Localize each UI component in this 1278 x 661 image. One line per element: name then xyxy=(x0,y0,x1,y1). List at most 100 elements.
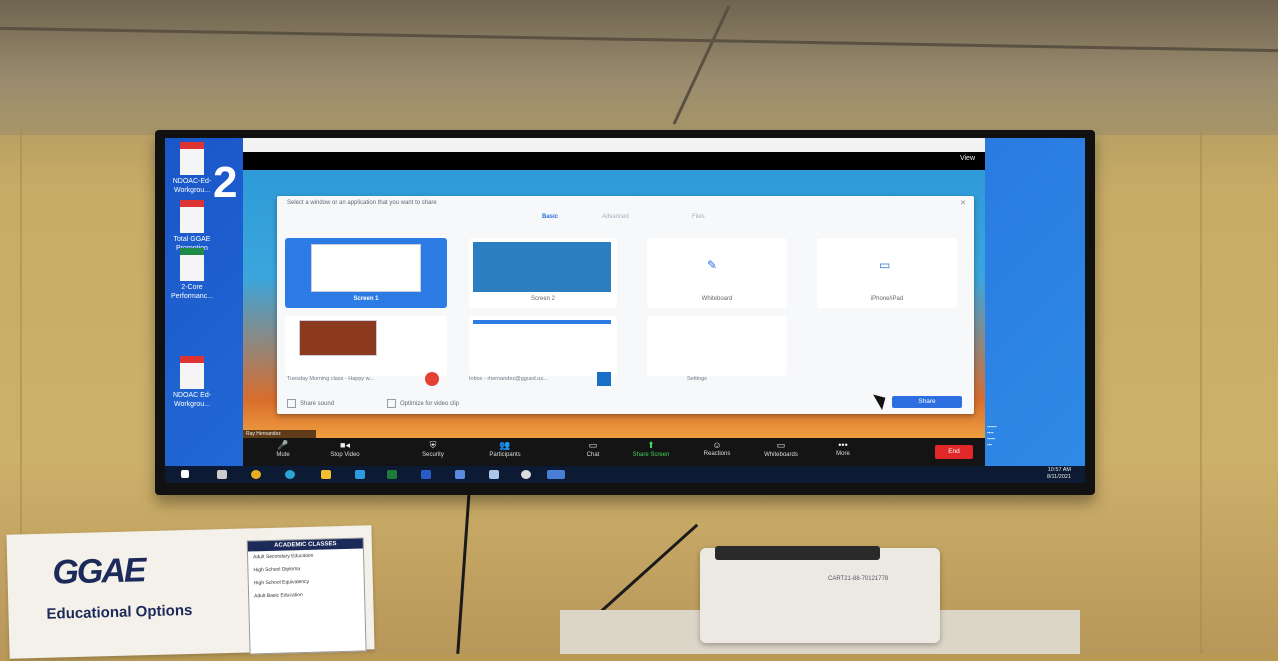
desktop-icon-label: 2-Core Performanc... xyxy=(170,284,213,300)
zoom-header: View xyxy=(243,152,985,170)
share-option-iphone[interactable]: ▭ iPhone/iPad xyxy=(817,238,957,308)
mute-button[interactable]: 🎤 Mute xyxy=(253,440,313,458)
share-button[interactable]: Share xyxy=(892,396,962,408)
people-icon: 👥 xyxy=(499,440,511,450)
window-preview xyxy=(473,320,611,324)
excel-icon[interactable] xyxy=(387,470,397,479)
zoom-taskbar-icon[interactable] xyxy=(489,470,499,479)
folder-icon[interactable] xyxy=(321,470,331,479)
share-option-label: Whiteboard xyxy=(701,296,733,302)
whiteboards-button[interactable]: ▭ Whiteboards xyxy=(751,440,811,458)
printer-top xyxy=(715,546,880,560)
printer-label: CART21-88-70121778 xyxy=(828,576,889,582)
desktop-icon-label: NDOAC-Ed-Workgrou... xyxy=(172,178,212,194)
end-meeting-button[interactable]: End xyxy=(935,445,973,459)
toolbar-label: Stop Video xyxy=(330,452,360,458)
tab-advanced[interactable]: Advanced xyxy=(602,214,629,220)
window-option-settings[interactable] xyxy=(647,316,787,376)
share-screen-dialog: Select a window or an application that y… xyxy=(277,196,974,414)
task-view-icon[interactable] xyxy=(217,470,227,479)
side-info-text: ▪▪▪▪▪▪ ▪▪▪▪ ▪▪▪▪▪ ▪▪▪ xyxy=(987,424,997,447)
television: NDOAC-Ed-Workgrou... Total GGAE Promotio… xyxy=(155,130,1095,495)
toolbar-label: More xyxy=(836,451,850,457)
ggae-poster: GGAE Educational Options ACADEMIC CLASSE… xyxy=(6,525,375,659)
monitor-icon: ▭ xyxy=(879,258,891,272)
shield-icon: ⛨ xyxy=(429,440,437,450)
reactions-button[interactable]: ☺ Reactions xyxy=(687,440,747,457)
teams-icon[interactable] xyxy=(455,470,465,479)
desktop-icon-label: NDOAC Ed-Workgrou... xyxy=(172,392,212,408)
poster-logo: GGAE xyxy=(51,551,146,592)
share-sound-checkbox[interactable]: Share sound xyxy=(287,399,334,408)
share-option-screen-1[interactable]: Screen 1 xyxy=(285,238,447,308)
tv-screen: NDOAC-Ed-Workgrou... Total GGAE Promotio… xyxy=(165,138,1085,483)
participants-button[interactable]: 👥 Participants xyxy=(475,440,535,458)
close-icon[interactable]: ✕ xyxy=(960,199,966,207)
share-sound-label: Share sound xyxy=(300,401,335,408)
window-option-browser[interactable] xyxy=(285,316,447,376)
pencil-icon: ✎ xyxy=(707,258,718,272)
desktop-icon-pdf[interactable]: NDOAC-Ed-Workgrou... xyxy=(170,142,214,195)
tab-files[interactable]: Files xyxy=(692,214,705,220)
toolbar-label: Participants xyxy=(489,452,521,458)
taskbar-clock[interactable]: 10:57 AM 8/11/2021 xyxy=(1047,467,1071,481)
edge-icon[interactable] xyxy=(285,470,295,479)
share-option-whiteboard[interactable]: ✎ Whiteboard xyxy=(647,238,787,308)
screen-preview xyxy=(311,244,421,292)
whiteboard-icon: ▭ xyxy=(776,440,786,450)
start-icon[interactable] xyxy=(181,470,189,478)
pdf-file-icon xyxy=(180,356,204,389)
outlook-icon xyxy=(597,372,611,386)
toolbar-label: Reactions xyxy=(703,451,731,457)
store-icon[interactable] xyxy=(355,470,365,479)
share-icon: ⬆ xyxy=(647,440,655,450)
chrome-icon[interactable] xyxy=(251,470,261,479)
active-window-icon[interactable] xyxy=(547,470,565,479)
window-label: Inbox - rhernandez@ggusd.us... xyxy=(469,376,548,382)
settings-icon[interactable] xyxy=(521,470,531,479)
chat-button[interactable]: ▭ Chat xyxy=(563,440,623,458)
pdf-file-icon xyxy=(180,200,204,233)
clock-date: 8/11/2021 xyxy=(1046,474,1071,480)
more-button[interactable]: ••• More xyxy=(813,440,873,457)
video-icon: ■◂ xyxy=(340,440,350,450)
ceiling xyxy=(0,0,1278,135)
word-icon[interactable] xyxy=(421,470,431,479)
mic-icon: 🎤 xyxy=(277,440,289,450)
chrome-icon xyxy=(425,372,439,386)
poster-subtitle: Educational Options xyxy=(46,601,193,623)
more-icon: ••• xyxy=(838,440,848,450)
screen-preview xyxy=(473,242,611,292)
window-option-outlook[interactable] xyxy=(469,316,617,376)
toolbar-label: Whiteboards xyxy=(764,452,798,458)
desktop-icon-pdf[interactable]: Total GGAE Promotion xyxy=(170,200,214,253)
chat-icon: ▭ xyxy=(588,440,598,450)
view-button[interactable]: View xyxy=(960,155,975,162)
poster-panel: ACADEMIC CLASSES Adult Secondary Educati… xyxy=(246,537,367,655)
desktop-icon-pdf[interactable]: NDOAC Ed-Workgrou... xyxy=(170,356,214,409)
window-preview xyxy=(299,320,377,356)
clock-time: 10:57 AM xyxy=(1047,467,1071,473)
share-option-label: Screen 1 xyxy=(353,296,379,302)
excel-file-icon xyxy=(180,248,204,281)
toolbar-label: Chat xyxy=(586,452,600,458)
stop-video-button[interactable]: ■◂ Stop Video xyxy=(315,440,375,458)
desktop-icon-excel[interactable]: 2-Core Performanc... xyxy=(170,248,214,301)
share-tabs: Basic Advanced Files xyxy=(542,214,742,224)
screen-number-overlay: 2 xyxy=(213,158,238,207)
share-screen-button[interactable]: ⬆ Share Screen xyxy=(621,440,681,458)
panel-line: Adult Basic Education xyxy=(254,592,303,600)
share-option-screen-2[interactable]: Screen 2 xyxy=(469,238,617,308)
dialog-title: Select a window or an application that y… xyxy=(287,200,437,206)
pdf-file-icon xyxy=(180,142,204,175)
toolbar-label: Share Screen xyxy=(632,452,670,458)
optimize-video-checkbox[interactable]: Optimize for video clip xyxy=(387,399,459,408)
toolbar-label: Security xyxy=(422,452,444,458)
smile-icon: ☺ xyxy=(712,440,722,450)
wall-seam xyxy=(1200,130,1202,654)
zoom-toolbar: 🎤 Mute ■◂ Stop Video ⛨ Security 👥 Participan… xyxy=(243,438,985,466)
security-button[interactable]: ⛨ Security xyxy=(403,440,463,458)
zoom-titlebar xyxy=(243,138,985,152)
tab-basic[interactable]: Basic xyxy=(542,214,558,220)
participant-name: Ray Hernandez xyxy=(243,430,316,438)
